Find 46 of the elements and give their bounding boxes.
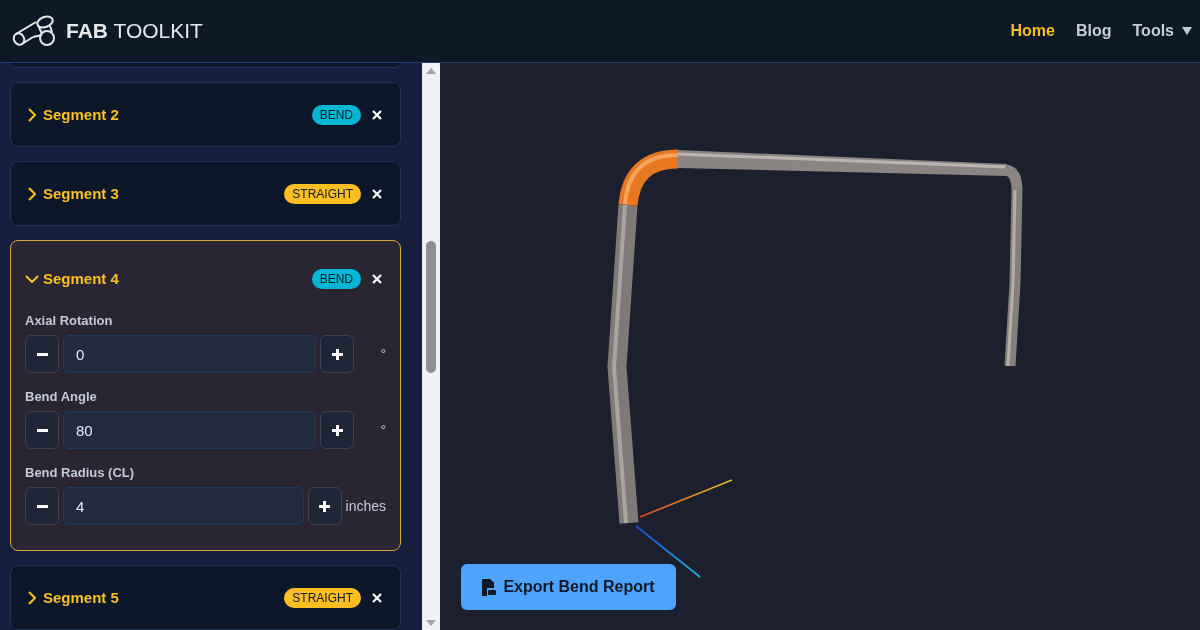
- segment-title[interactable]: Segment 3: [43, 185, 119, 202]
- increment-button[interactable]: [320, 335, 354, 373]
- decrement-button[interactable]: [25, 411, 59, 449]
- export-button[interactable]: Export Bend Report: [461, 564, 676, 610]
- nav-link[interactable]: Tools: [1132, 22, 1192, 40]
- logo-text: FAB TOOLKIT: [66, 19, 203, 43]
- nav-link[interactable]: Home: [1010, 22, 1055, 40]
- increment-button[interactable]: [320, 411, 354, 449]
- decrement-button[interactable]: [25, 335, 59, 373]
- segment-title[interactable]: Segment 4: [43, 270, 119, 287]
- chevron-right-icon[interactable]: [28, 590, 36, 605]
- number-input[interactable]: 4: [63, 487, 304, 525]
- plus-icon: [331, 424, 343, 436]
- field-label: Bend Radius (CL): [25, 465, 136, 481]
- pipe-logo-icon: [12, 15, 56, 47]
- close-icon: [372, 109, 382, 120]
- unit-label: °: [379, 422, 386, 438]
- decrement-button[interactable]: [25, 487, 59, 525]
- minus-icon: [36, 428, 48, 432]
- chevron-down-icon[interactable]: [25, 274, 39, 283]
- plus-icon: [319, 500, 331, 512]
- unit-label: inches: [345, 498, 386, 514]
- minus-icon: [36, 504, 48, 508]
- segment-type-tag: STRAIGHT: [284, 587, 361, 608]
- increment-button[interactable]: [307, 487, 342, 525]
- unit-label: °: [379, 346, 386, 362]
- close-icon: [372, 592, 382, 603]
- plus-icon: [331, 348, 343, 360]
- segment-type-tag: BEND: [311, 104, 361, 125]
- close-icon: [372, 188, 382, 199]
- segment-title[interactable]: Segment 5: [43, 589, 119, 606]
- minus-icon: [36, 352, 48, 356]
- scrollbar[interactable]: [422, 63, 440, 630]
- nav-link[interactable]: Blog: [1075, 22, 1112, 40]
- chevron-right-icon[interactable]: [28, 107, 36, 122]
- number-input[interactable]: 0: [63, 335, 316, 373]
- pdf-file-icon: [482, 578, 497, 596]
- segment-title[interactable]: Segment 2: [43, 106, 119, 123]
- field-label: Axial Rotation: [25, 313, 114, 329]
- close-icon: [372, 273, 382, 284]
- segment-type-tag: STRAIGHT: [284, 183, 361, 204]
- field-label: Bend Angle: [25, 389, 98, 405]
- segment-type-tag: BEND: [311, 268, 361, 289]
- chevron-right-icon[interactable]: [28, 186, 36, 201]
- scrollbar-thumb[interactable]: [426, 241, 436, 373]
- number-input[interactable]: 80: [63, 411, 316, 449]
